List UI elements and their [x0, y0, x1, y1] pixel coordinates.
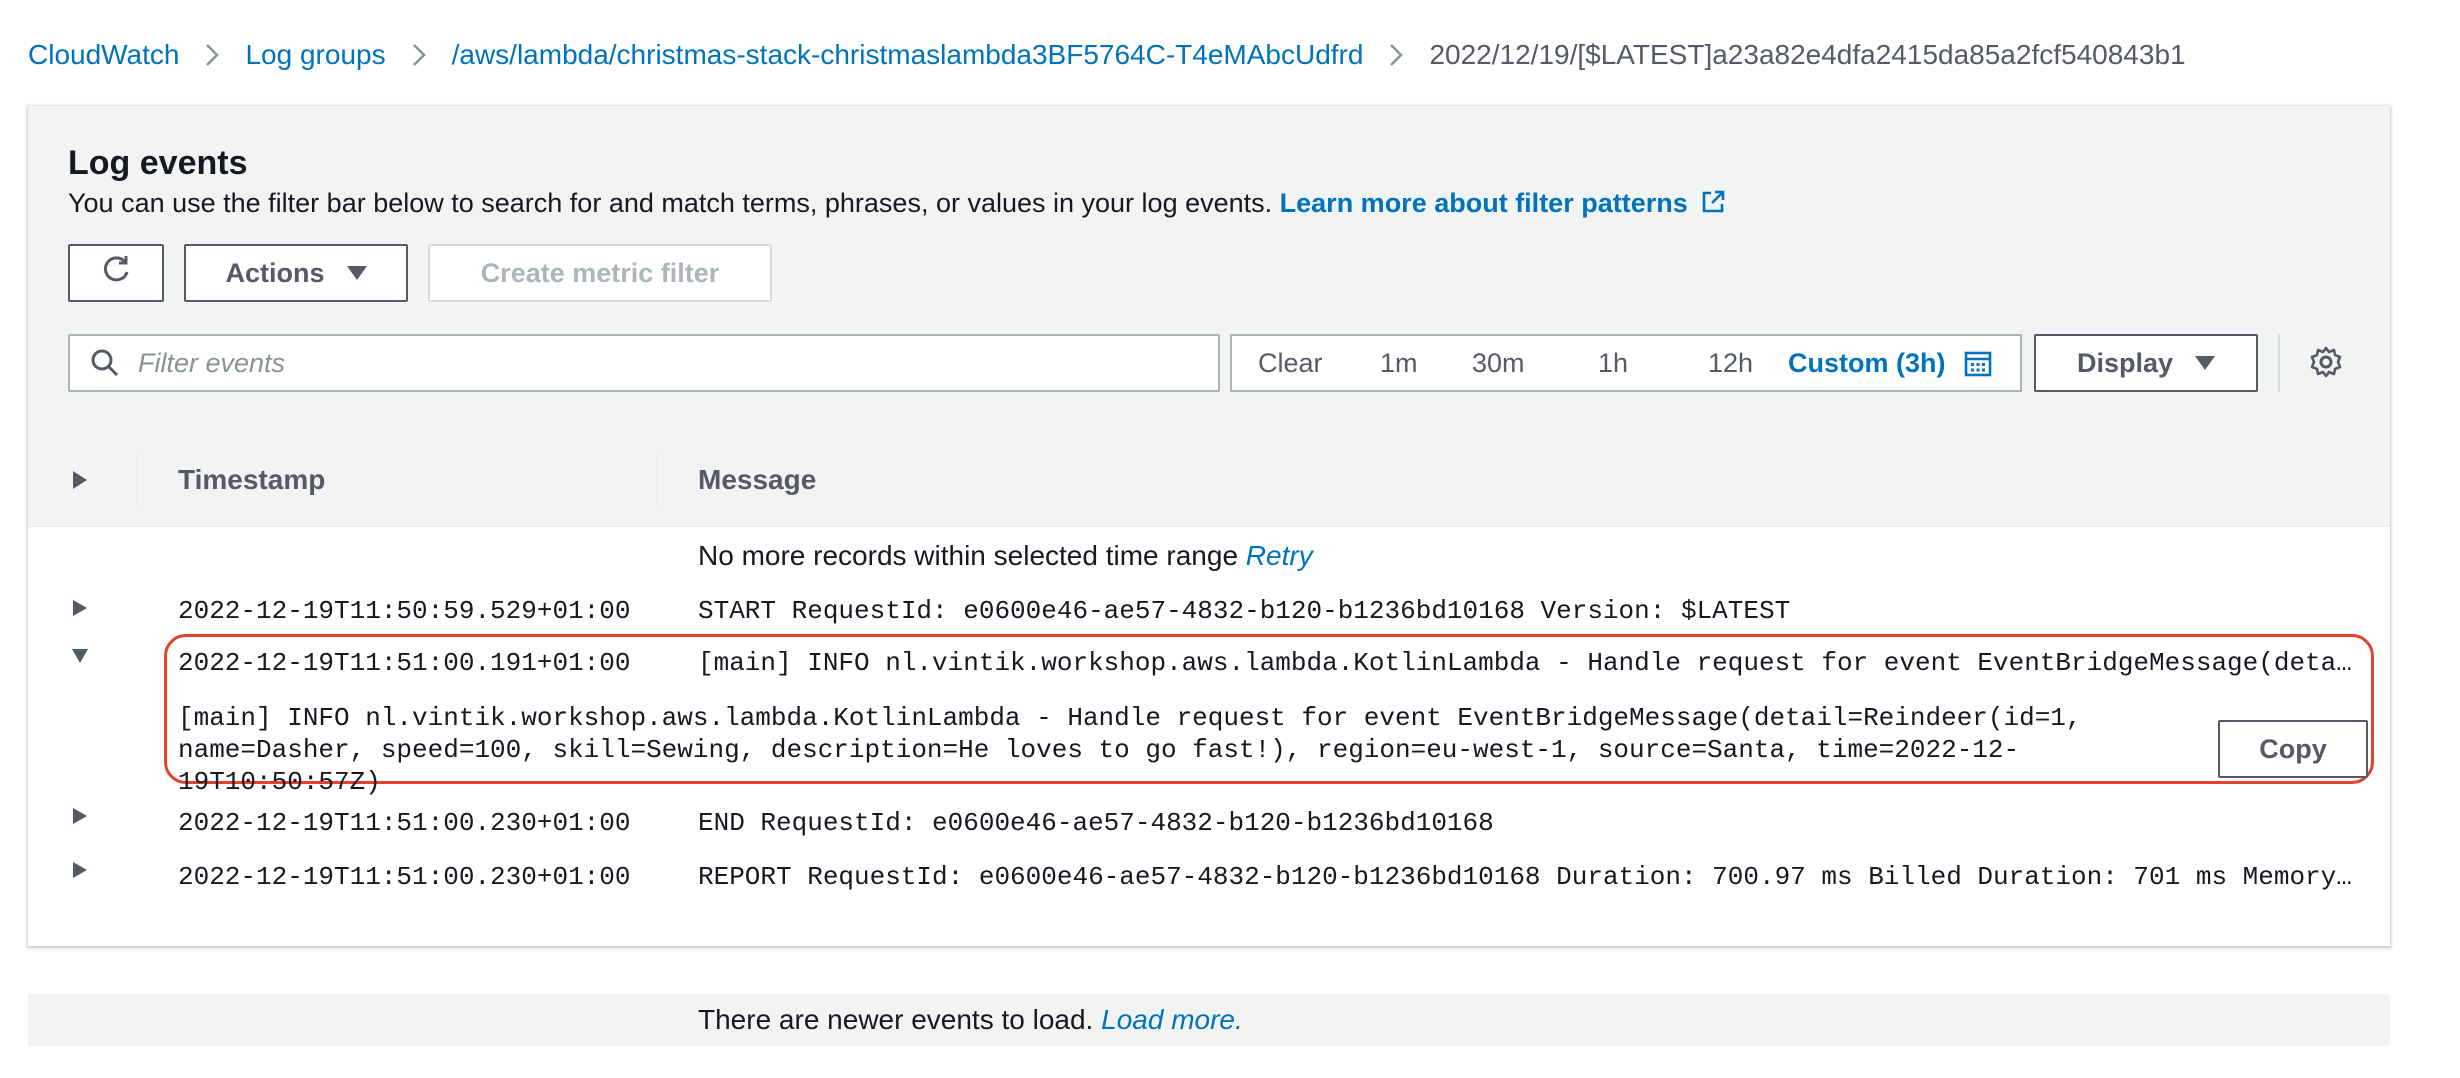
breadcrumb-log-group-link[interactable]: /aws/lambda/christmas-stack-christmaslam…	[452, 39, 1364, 71]
panel-header: Log events You can use the filter bar be…	[28, 106, 2390, 435]
breadcrumb-log-groups-link[interactable]: Log groups	[245, 39, 385, 71]
table-header: Timestamp Message	[28, 434, 2390, 527]
breadcrumb: CloudWatch Log groups /aws/lambda/christ…	[28, 30, 2186, 80]
load-more-link[interactable]: Load more.	[1101, 1004, 1243, 1035]
column-separator	[656, 454, 658, 506]
row-detail-message: [main] INFO nl.vintik.workshop.aws.lambd…	[178, 703, 2098, 797]
learn-more-label: Learn more about filter patterns	[1279, 188, 1688, 218]
expand-right-icon[interactable]	[70, 806, 90, 826]
time-range-30m[interactable]: 30m	[1472, 348, 1525, 379]
bottom-status-text: There are newer events to load.	[698, 1004, 1094, 1035]
time-range-12h[interactable]: 12h	[1708, 348, 1753, 379]
row-message: END RequestId: e0600e46-ae57-4832-b120-b…	[698, 808, 1494, 838]
time-range-selector: Clear 1m 30m 1h 12h Custom (3h)	[1230, 334, 2022, 392]
learn-more-link[interactable]: Learn more about filter patterns	[1280, 188, 1726, 218]
search-icon	[90, 348, 120, 378]
filter-search-box	[68, 334, 1220, 392]
refresh-icon	[99, 253, 133, 294]
row-message: [main] INFO nl.vintik.workshop.aws.lambd…	[698, 648, 2364, 678]
expand-right-icon[interactable]	[70, 860, 90, 880]
log-events-panel: Log events You can use the filter bar be…	[28, 106, 2390, 1046]
no-more-records-row: No more records within selected time ran…	[28, 526, 2390, 580]
display-button[interactable]: Display	[2034, 334, 2258, 392]
status-text: No more records within selected time ran…	[698, 540, 1239, 571]
calendar-icon	[1964, 349, 1992, 377]
breadcrumb-log-stream: 2022/12/19/[$LATEST]a23a82e4dfa2415da85a…	[1429, 39, 2186, 70]
display-label: Display	[2076, 347, 2174, 378]
table-row[interactable]: 2022-12-19T11:50:59.529+01:00 START Requ…	[28, 586, 2390, 634]
newer-events-row: There are newer events to load. Load mor…	[28, 994, 2390, 1046]
expand-right-icon[interactable]	[70, 598, 90, 618]
refresh-button[interactable]	[68, 244, 164, 302]
status-message: No more records within selected time ran…	[698, 540, 1313, 572]
row-timestamp: 2022-12-19T11:51:00.230+01:00	[178, 862, 631, 892]
gear-icon	[2309, 345, 2343, 384]
row-timestamp: 2022-12-19T11:51:00.191+01:00	[178, 648, 631, 678]
time-range-clear[interactable]: Clear	[1258, 348, 1323, 379]
filter-events-input[interactable]	[136, 346, 1190, 380]
external-link-icon	[1700, 189, 1726, 222]
description-text: You can use the filter bar below to sear…	[68, 188, 1273, 218]
breadcrumb-cloudwatch-link[interactable]: CloudWatch	[28, 39, 179, 71]
caret-down-icon	[346, 266, 367, 280]
chevron-right-icon	[1389, 43, 1404, 67]
time-range-1m[interactable]: 1m	[1380, 348, 1418, 379]
settings-button[interactable]	[2304, 342, 2348, 386]
expand-all-toggle[interactable]	[70, 469, 90, 491]
chevron-right-icon	[205, 43, 220, 67]
copy-button[interactable]: Copy	[2218, 720, 2368, 778]
time-range-custom[interactable]: Custom (3h)	[1788, 348, 1992, 379]
expand-right-icon	[73, 471, 87, 489]
row-timestamp: 2022-12-19T11:50:59.529+01:00	[178, 596, 631, 626]
table-row[interactable]: 2022-12-19T11:51:00.230+01:00 END Reques…	[28, 796, 2390, 848]
column-header-timestamp[interactable]: Timestamp	[178, 434, 325, 526]
row-message: REPORT RequestId: e0600e46-ae57-4832-b12…	[698, 862, 2364, 892]
actions-label: Actions	[225, 257, 325, 288]
caret-down-icon	[2195, 356, 2216, 370]
expand-down-icon[interactable]	[70, 646, 90, 666]
toolbar-divider	[2278, 334, 2280, 392]
row-timestamp: 2022-12-19T11:51:00.230+01:00	[178, 808, 631, 838]
time-range-1h[interactable]: 1h	[1598, 348, 1628, 379]
panel-description: You can use the filter bar below to sear…	[68, 188, 1726, 222]
actions-button[interactable]: Actions	[184, 244, 408, 302]
create-metric-filter-button[interactable]: Create metric filter	[428, 244, 772, 302]
bottom-status-message: There are newer events to load. Load mor…	[698, 1004, 1243, 1036]
create-metric-filter-label: Create metric filter	[480, 257, 720, 288]
copy-label: Copy	[2259, 733, 2327, 764]
column-header-message[interactable]: Message	[698, 434, 816, 526]
time-range-custom-label: Custom (3h)	[1788, 347, 1946, 378]
table-row[interactable]: 2022-12-19T11:51:00.230+01:00 REPORT Req…	[28, 848, 2390, 900]
row-message: START RequestId: e0600e46-ae57-4832-b120…	[698, 596, 1791, 626]
chevron-right-icon	[412, 43, 426, 67]
page-title: Log events	[68, 144, 248, 182]
table-row-expanded[interactable]: 2022-12-19T11:51:00.191+01:00 [main] INF…	[28, 636, 2390, 688]
column-separator	[136, 454, 138, 506]
retry-link[interactable]: Retry	[1246, 540, 1313, 571]
